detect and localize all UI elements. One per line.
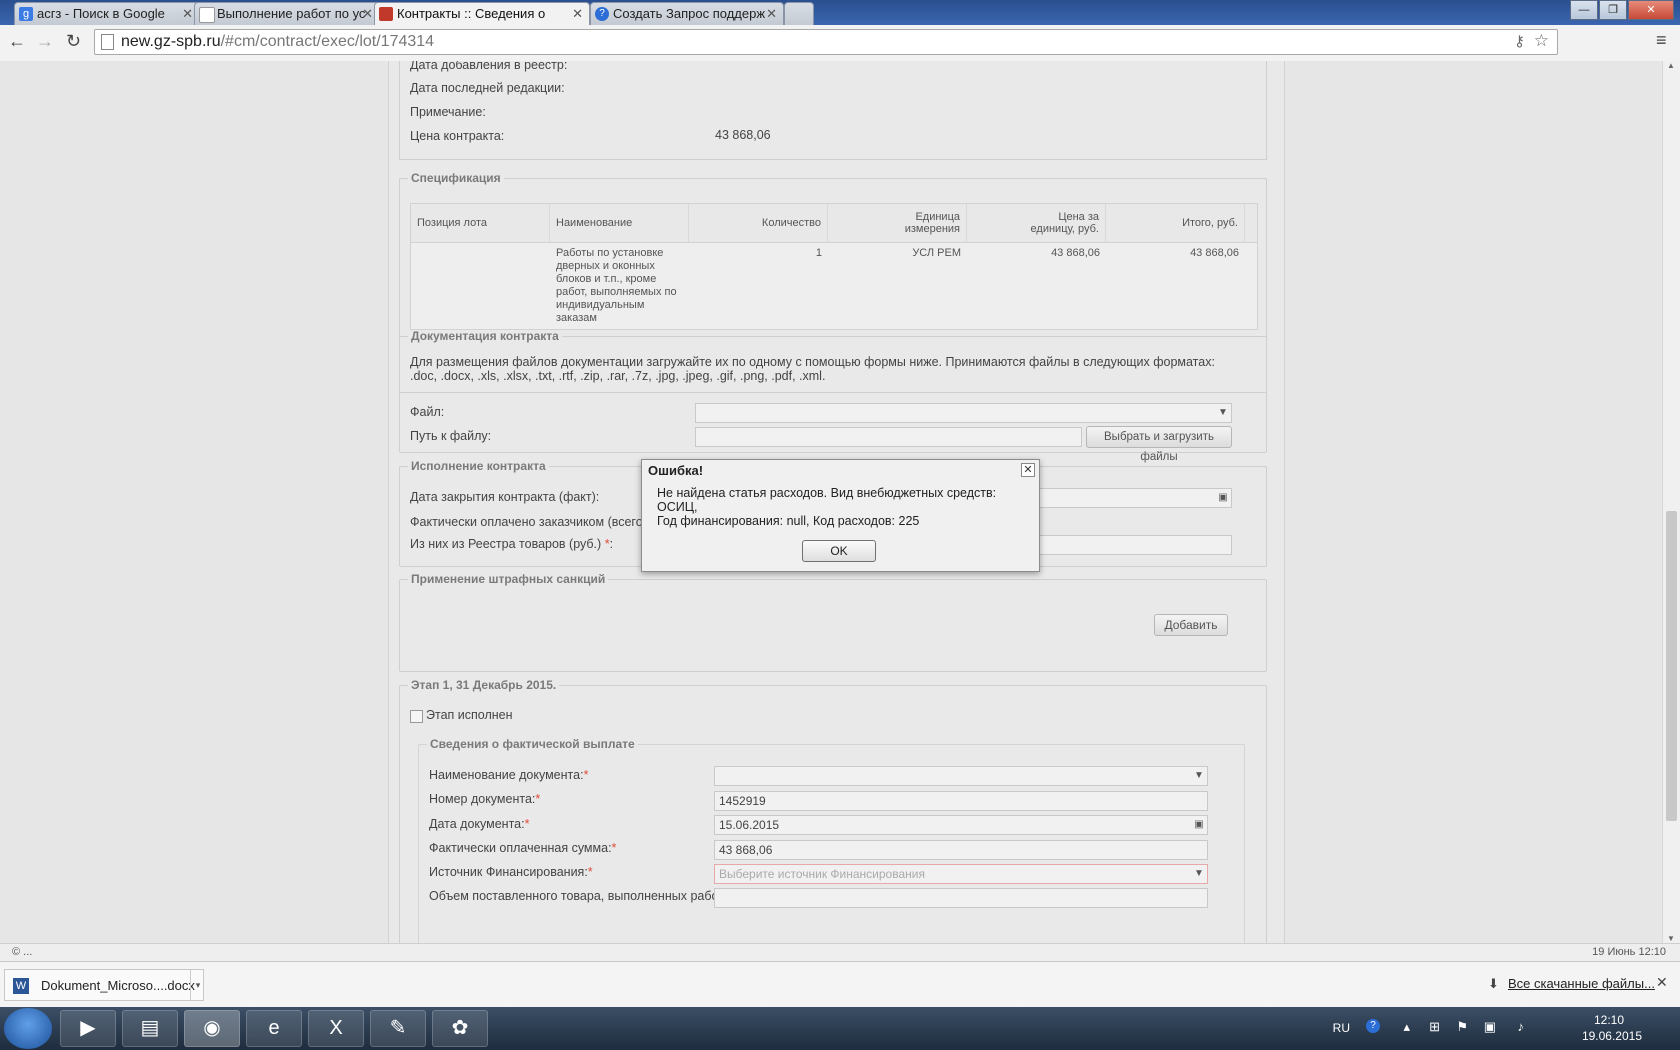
media-player-icon[interactable]: ▶ [60, 1010, 116, 1047]
close-tab-icon[interactable]: ✕ [182, 6, 193, 22]
tab-label: Выполнение работ по ус [217, 6, 366, 21]
volume-icon[interactable]: ♪ [1518, 1019, 1525, 1034]
all-downloads-link[interactable]: Все скачанные файлы... [1508, 976, 1655, 991]
tab-label: Создать Запрос поддерж [613, 6, 766, 21]
close-shelf-icon[interactable]: ✕ [1656, 974, 1668, 991]
page-icon [199, 7, 215, 23]
tab-label: асгз - Поиск в Google [37, 6, 165, 21]
windows-start-icon[interactable] [4, 1008, 52, 1049]
vertical-scrollbar[interactable]: ▲ ▼ [1662, 61, 1680, 943]
scroll-down-icon[interactable]: ▼ [1667, 934, 1675, 943]
site-favicon-icon [379, 7, 393, 21]
dialog-title: Ошибка! [648, 463, 704, 478]
minimize-icon[interactable]: — [1570, 0, 1598, 20]
paint-icon[interactable]: ✿ [432, 1010, 488, 1047]
status-left: © ... [12, 946, 33, 958]
page-icon [101, 34, 114, 50]
download-item[interactable]: W Dokument_Microso....docx ▾ [4, 969, 204, 1001]
language-indicator[interactable]: RU [1333, 1021, 1350, 1035]
tab-works[interactable]: Выполнение работ по ус ✕ [194, 2, 380, 25]
explorer-folder-icon[interactable]: ▤ [122, 1010, 178, 1047]
close-tab-icon[interactable]: ✕ [572, 6, 583, 22]
dialog-close-icon[interactable]: ✕ [1021, 463, 1035, 477]
browser-tab-bar: g асгз - Поиск в Google ✕ Выполнение раб… [0, 0, 1680, 25]
dialog-message-line: Год финансирования: null, Код расходов: … [657, 514, 920, 528]
tab-label: Контракты :: Сведения о [397, 6, 546, 21]
download-menu-chevron-icon[interactable]: ▾ [190, 970, 205, 1000]
tab-contracts[interactable]: Контракты :: Сведения о ✕ [374, 2, 590, 25]
star-icon[interactable]: ☆ [1534, 31, 1549, 51]
dialog-message-line: Не найдена статья расходов. Вид внебюдже… [657, 486, 997, 514]
browser-toolbar: ← → ↻ new.gz-spb.ru/#cm/contract/exec/lo… [0, 25, 1680, 62]
windows-taskbar: ▶ ▤ ◉ e X ✎ ✿ RU ? ▴ ⊞ ⚑ ▣ ♪ 12:10 19.06… [0, 1007, 1680, 1050]
window-close-icon[interactable]: ✕ [1628, 0, 1674, 20]
help-icon[interactable]: ? [1366, 1019, 1380, 1033]
windows-flag-icon[interactable]: ⊞ [1429, 1019, 1440, 1035]
action-center-icon[interactable]: ⚑ [1456, 1019, 1468, 1035]
download-shelf: W Dokument_Microso....docx ▾ ⬇ Все скача… [0, 961, 1680, 1008]
status-bar: © ... 19 Июнь 12:10 [0, 943, 1680, 962]
excel-icon[interactable]: X [308, 1010, 364, 1047]
tray-overflow-icon[interactable]: ▴ [1403, 1019, 1410, 1035]
error-dialog: Ошибка! ✕ Не найдена статья расходов. Ви… [641, 459, 1040, 572]
address-bar[interactable]: new.gz-spb.ru/#cm/contract/exec/lot/1743… [94, 29, 1558, 55]
maximize-icon[interactable]: ❐ [1599, 0, 1627, 20]
reload-icon[interactable]: ↻ [66, 31, 81, 52]
dialog-message: Не найдена статья расходов. Вид внебюдже… [657, 486, 1032, 528]
word-document-icon: W [13, 978, 29, 994]
help-icon: ? [595, 7, 609, 21]
forward-arrow-icon[interactable]: → [36, 31, 54, 52]
download-filename: Dokument_Microso....docx [41, 978, 195, 993]
tab-support[interactable]: ? Создать Запрос поддерж ✕ [590, 2, 784, 25]
close-tab-icon[interactable]: ✕ [362, 6, 373, 22]
address-path: /#cm/contract/exec/lot/174314 [220, 33, 435, 50]
ok-button[interactable]: OK [802, 540, 876, 562]
close-tab-icon[interactable]: ✕ [766, 6, 777, 22]
scrollbar-thumb[interactable] [1666, 511, 1677, 821]
back-arrow-icon[interactable]: ← [8, 31, 26, 52]
menu-icon[interactable]: ≡ [1656, 30, 1667, 51]
network-icon[interactable]: ▣ [1484, 1019, 1496, 1035]
status-right: 19 Июнь 12:10 [1592, 946, 1666, 958]
clock-time[interactable]: 12:10 [1594, 1013, 1624, 1027]
key-icon[interactable]: ⚷ [1514, 32, 1525, 50]
window-controls: — ❐ ✕ [1569, 0, 1674, 20]
clock-date[interactable]: 19.06.2015 [1582, 1029, 1642, 1043]
new-tab-button[interactable] [784, 2, 814, 25]
notepad-icon[interactable]: ✎ [370, 1010, 426, 1047]
address-host: new.gz-spb.ru [121, 33, 221, 50]
tab-google-search[interactable]: g асгз - Поиск в Google ✕ [14, 2, 200, 25]
internet-explorer-icon[interactable]: e [246, 1010, 302, 1047]
chrome-icon[interactable]: ◉ [184, 1010, 240, 1047]
download-arrow-icon: ⬇ [1488, 976, 1499, 991]
scroll-up-icon[interactable]: ▲ [1667, 61, 1675, 70]
google-icon: g [19, 7, 33, 21]
